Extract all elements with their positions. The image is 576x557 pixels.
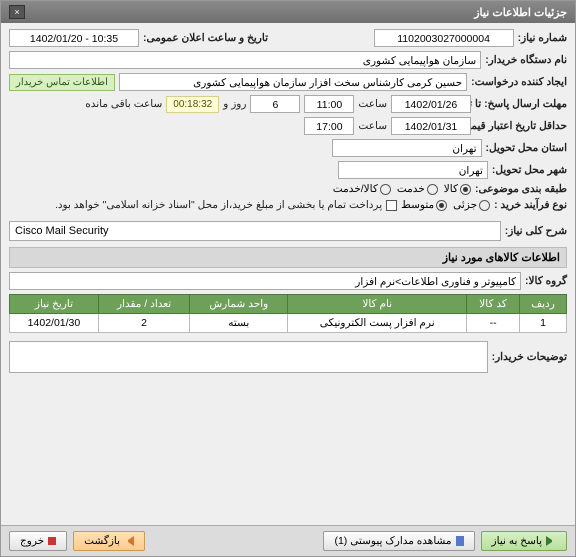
contact-info-badge[interactable]: اطلاعات تماس خریدار (9, 74, 115, 91)
requester-label: ایجاد کننده درخواست: (471, 76, 567, 88)
radio-icon (380, 184, 391, 195)
deadline-time: 11:00 (304, 95, 354, 113)
cell-name: نرم افزار پست الکترونیکی (288, 314, 467, 333)
cell-unit: بسته (190, 314, 288, 333)
category-service-radio[interactable]: خدمت (397, 183, 438, 195)
col-code: کد کالا (467, 295, 520, 314)
process-medium-radio[interactable]: متوسط (401, 199, 447, 211)
col-row: ردیف (520, 295, 567, 314)
cell-row: 1 (520, 314, 567, 333)
process-radio-group: جزئی متوسط (401, 199, 490, 211)
close-button[interactable]: × (9, 5, 25, 19)
city-value: تهران (338, 161, 488, 179)
description-label: شرح کلی نیاز: (505, 225, 567, 237)
col-name: نام کالا (288, 295, 467, 314)
category-radio-group: کالا خدمت کالا/خدمت (333, 183, 471, 195)
requester-value: حسین کرمی کارشناس سخت افزار سازمان هواپی… (119, 73, 467, 91)
remaining-time-badge: 00:18:32 (166, 96, 219, 113)
buyer-notes-field (9, 341, 488, 373)
buyer-notes-label: توضیحات خریدار: (492, 351, 567, 363)
document-icon (456, 536, 464, 546)
province-value: تهران (332, 139, 482, 157)
treasury-checkbox[interactable] (386, 200, 397, 211)
col-date: تاریخ نیاز (10, 295, 99, 314)
reply-icon (546, 536, 556, 546)
announce-label: تاریخ و ساعت اعلان عمومی: (143, 32, 268, 44)
city-label: شهر محل تحویل: (492, 164, 567, 176)
time-label-1: ساعت (358, 98, 387, 110)
back-button[interactable]: بازگشت (73, 531, 145, 551)
description-value: Cisco Mail Security (9, 221, 501, 241)
category-label: طبقه بندی موضوعی: (475, 183, 567, 195)
radio-icon (427, 184, 438, 195)
radio-icon (479, 200, 490, 211)
cell-qty: 2 (98, 314, 189, 333)
need-number-value: 1102003027000004 (374, 29, 514, 47)
cell-code: -- (467, 314, 520, 333)
exit-icon (48, 537, 56, 545)
buyer-org-value: سازمان هواپیمایی کشوری (9, 51, 481, 69)
items-table: ردیف کد کالا نام کالا واحد شمارش تعداد /… (9, 294, 567, 333)
process-partial-radio[interactable]: جزئی (453, 199, 490, 211)
validity-time: 17:00 (304, 117, 354, 135)
footer-bar: پاسخ به نیاز مشاهده مدارک پیوستی (1) باز… (1, 525, 575, 556)
validity-label: حداقل تاریخ اعتبار قیمت: تا تاریخ: (475, 120, 567, 132)
back-icon (124, 536, 134, 546)
table-header-row: ردیف کد کالا نام کالا واحد شمارش تعداد /… (10, 295, 567, 314)
items-section-header: اطلاعات کالاهای مورد نیاز (9, 247, 567, 268)
announce-value: 1402/01/20 - 10:35 (9, 29, 139, 47)
radio-icon (436, 200, 447, 211)
days-value: 6 (250, 95, 300, 113)
validity-date: 1402/01/31 (391, 117, 471, 135)
province-label: استان محل تحویل: (486, 142, 567, 154)
title-bar: جزئیات اطلاعات نیاز × (1, 1, 575, 23)
radio-icon (460, 184, 471, 195)
content-area: شماره نیاز: 1102003027000004 تاریخ و ساع… (1, 23, 575, 525)
cell-date: 1402/01/30 (10, 314, 99, 333)
time-label-2: ساعت (358, 120, 387, 132)
col-qty: تعداد / مقدار (98, 295, 189, 314)
payment-note: پرداخت تمام یا بخشی از مبلغ خرید،از محل … (55, 199, 382, 211)
group-value: کامپیوتر و فناوری اطلاعات>نرم افزار (9, 272, 521, 290)
exit-button[interactable]: خروج (9, 531, 67, 551)
deadline-label: مهلت ارسال پاسخ: تا تاریخ: (475, 98, 567, 110)
table-row[interactable]: 1 -- نرم افزار پست الکترونیکی بسته 2 140… (10, 314, 567, 333)
buyer-org-label: نام دستگاه خریدار: (485, 54, 567, 66)
need-number-label: شماره نیاز: (518, 32, 567, 44)
attachments-button[interactable]: مشاهده مدارک پیوستی (1) (323, 531, 474, 551)
days-label: روز و (223, 98, 246, 110)
dialog-window: جزئیات اطلاعات نیاز × شماره نیاز: 110200… (0, 0, 576, 557)
category-goods-radio[interactable]: کالا (444, 183, 471, 195)
process-label: نوع فرآیند خرید : (494, 199, 567, 211)
window-title: جزئیات اطلاعات نیاز (474, 6, 567, 19)
deadline-date: 1402/01/26 (391, 95, 471, 113)
reply-button[interactable]: پاسخ به نیاز (481, 531, 567, 551)
col-unit: واحد شمارش (190, 295, 288, 314)
remaining-label: ساعت باقی مانده (85, 98, 162, 110)
group-label: گروه کالا: (525, 275, 567, 287)
category-goodservice-radio[interactable]: کالا/خدمت (333, 183, 391, 195)
